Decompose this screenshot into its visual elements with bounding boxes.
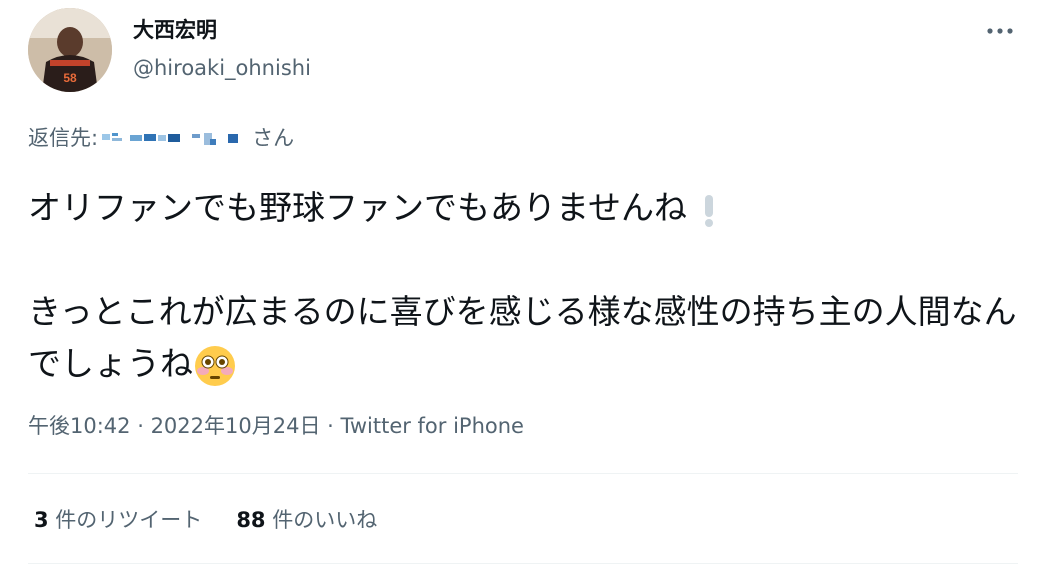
reply-to-line: 返信先: さん	[28, 124, 294, 152]
avatar[interactable]: 58	[28, 8, 112, 92]
likes-label: 件のいいね	[265, 508, 378, 532]
likes-count: 88	[236, 508, 266, 532]
tweet-date[interactable]: 2022年10月24日	[151, 414, 321, 438]
tweet-time[interactable]: 午後10:42	[28, 414, 131, 438]
redacted-username-mosaic	[102, 133, 239, 145]
reply-to-prefix: 返信先:	[28, 126, 99, 150]
tweet-line-2: きっとこれが広まるのに喜びを感じる様な感性の持ち主の人間なんでしょうね	[28, 292, 1017, 383]
tweet-text: オリファンでも野球ファンでもありませんね きっとこれが広まるのに喜びを感じる様な…	[28, 182, 1018, 390]
exclamation-icon	[704, 194, 713, 227]
meta-separator: ·	[130, 414, 151, 438]
avatar-photo: 58	[28, 8, 112, 92]
divider	[28, 563, 1018, 564]
ellipsis-icon	[987, 28, 1013, 34]
likes-stat-link[interactable]: 88 件のいいね	[236, 506, 377, 534]
display-name[interactable]: 大西宏明	[133, 16, 217, 44]
retweets-count: 3	[34, 508, 49, 532]
tweet-source-link[interactable]: Twitter for iPhone	[340, 414, 524, 438]
retweets-label: 件のリツイート	[48, 508, 203, 532]
more-options-button[interactable]	[982, 18, 1018, 44]
divider	[28, 473, 1018, 474]
tweet-timestamp: 午後10:42 · 2022年10月24日 · Twitter for iPho…	[28, 412, 524, 440]
user-handle[interactable]: @hiroaki_ohnishi	[133, 54, 311, 82]
tweet-line-1: オリファンでも野球ファンでもありませんね	[28, 188, 688, 227]
svg-text:58: 58	[63, 71, 77, 85]
tweet-stats: 3 件のリツイート 88 件のいいね	[34, 506, 377, 534]
reply-to-suffix: さん	[252, 126, 295, 150]
flushed-face-icon	[195, 345, 235, 386]
retweets-stat-link[interactable]: 3 件のリツイート	[34, 506, 202, 534]
meta-separator: ·	[320, 414, 341, 438]
